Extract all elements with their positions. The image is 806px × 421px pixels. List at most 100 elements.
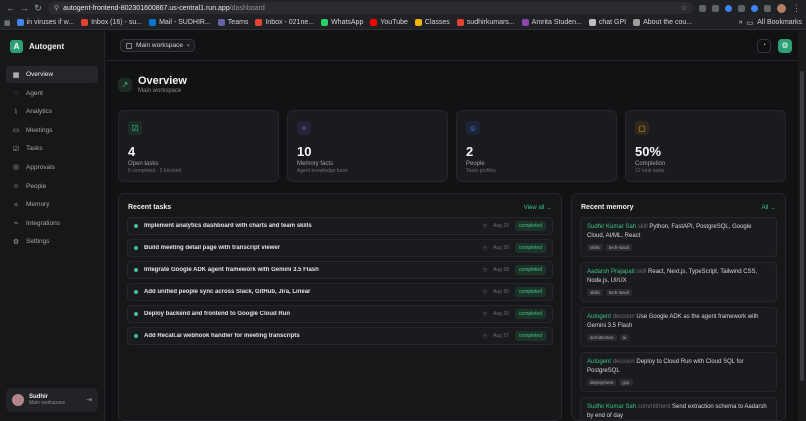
extension-icon[interactable] bbox=[699, 4, 706, 12]
page-scrollbar[interactable] bbox=[798, 31, 806, 421]
status-dot-icon bbox=[134, 290, 138, 294]
stat-card[interactable]: ☑ 4 Open tasks 6 completed · 2 blocked bbox=[118, 110, 279, 182]
back-icon[interactable]: ← bbox=[6, 3, 15, 13]
page-title: Overview bbox=[138, 75, 187, 87]
chat-icon: ◌ bbox=[13, 89, 19, 97]
bookmark-item[interactable]: Classes bbox=[414, 19, 450, 26]
memory-item[interactable]: Sudhir Kumar Sah commitment Send extract… bbox=[580, 397, 777, 420]
status-badge: completed bbox=[514, 331, 546, 341]
more-bookmarks-icon[interactable]: » bbox=[739, 19, 743, 26]
tag: tech-stack bbox=[605, 244, 633, 251]
reload-icon[interactable]: ↻ bbox=[34, 3, 42, 14]
menu-dots-icon[interactable]: ⋮ bbox=[792, 3, 801, 14]
sidebar-item-meetings[interactable]: ▭ Meetings bbox=[6, 122, 98, 139]
workspace-select[interactable]: Main workspace ▾ bbox=[120, 39, 196, 52]
view-all-tasks-link[interactable]: View all → bbox=[524, 205, 552, 211]
sidebar-item-approvals[interactable]: ◎ Approvals bbox=[6, 159, 98, 176]
sidebar-item-analytics[interactable]: ⌇ Analytics bbox=[6, 103, 98, 120]
memory-item[interactable]: Autogent decision Use Google ADK as the … bbox=[580, 307, 777, 347]
status-dot-icon bbox=[134, 334, 138, 338]
check-square-icon: ☑ bbox=[128, 121, 142, 135]
bookmark-favicon-icon bbox=[521, 19, 529, 26]
brand[interactable]: A Autogent bbox=[0, 31, 104, 62]
task-row[interactable]: Implement analytics dashboard with chart… bbox=[127, 217, 553, 235]
bookmarks-bar: ▦ in viruses if w... Inbox (16) - su... Ma… bbox=[0, 16, 806, 30]
memory-tags: skills tech-stack bbox=[587, 244, 770, 251]
stat-label: Open tasks bbox=[128, 161, 159, 167]
memory-item[interactable]: Aadarsh Prajapati skill React, Next.js, … bbox=[580, 262, 777, 302]
view-all-memory-link[interactable]: All → bbox=[762, 205, 776, 211]
stat-card[interactable]: ☺ 2 People Team profiles bbox=[456, 110, 617, 182]
task-row[interactable]: Deploy backend and frontend to Google Cl… bbox=[127, 305, 553, 323]
memory-author: Autogent bbox=[587, 314, 612, 320]
user-menu[interactable]: Sudhir Main workspace ⇥ bbox=[6, 388, 98, 412]
task-date: Aug 28 bbox=[493, 245, 509, 251]
all-bookmarks-link[interactable]: All Bookmarks bbox=[757, 19, 802, 26]
memory-tags: architecture ai bbox=[587, 334, 770, 341]
task-row[interactable]: Add unified people sync across Slack, Gi… bbox=[127, 283, 553, 301]
extension-icon[interactable] bbox=[725, 4, 732, 12]
trend-icon: ↗ bbox=[118, 77, 132, 92]
sidebar-item-integrations[interactable]: ⌁ Integrations bbox=[6, 215, 98, 232]
forward-icon[interactable]: → bbox=[20, 3, 29, 13]
memory-author: Sudhir Kumar Sah bbox=[587, 404, 637, 410]
task-date: Aug 30 bbox=[493, 289, 509, 295]
memory-author: Sudhir Kumar Sah bbox=[587, 224, 637, 230]
bookmark-item[interactable]: in viruses if w... bbox=[16, 19, 75, 26]
bookmark-favicon-icon bbox=[255, 19, 263, 26]
bookmark-label: Classes bbox=[424, 19, 450, 26]
avatar bbox=[12, 394, 24, 406]
apps-grid-icon[interactable]: ▦ bbox=[4, 19, 11, 27]
stat-card[interactable]: ▢ 50% Completion 12 total tasks bbox=[625, 110, 786, 182]
sidebar-item-tasks[interactable]: ☑ Tasks bbox=[6, 140, 98, 157]
stat-card[interactable]: ✧ 10 Memory facts Agent knowledge base bbox=[287, 110, 448, 182]
browser-toolbar: ← → ↻ ⚲ autogent-frontend-802301600867.u… bbox=[0, 0, 806, 16]
memory-tags: deployment gcp bbox=[587, 379, 770, 386]
stat-subtext: Team profiles bbox=[466, 168, 496, 174]
bookmark-item[interactable]: Teams bbox=[217, 19, 248, 26]
bookmark-item[interactable]: Inbox (16) - su... bbox=[81, 19, 142, 26]
sidebar-item-overview[interactable]: ▦ Overview bbox=[6, 66, 98, 83]
sidebar-item-settings[interactable]: ⚙ Settings bbox=[6, 233, 98, 250]
sidebar-item-agent[interactable]: ◌ Agent bbox=[6, 85, 98, 102]
memory-item[interactable]: Autogent decision Deploy to Cloud Run wi… bbox=[580, 352, 777, 392]
task-row[interactable]: Add Recall.ai webhook handler for meetin… bbox=[127, 327, 553, 345]
notifications-button[interactable]: ◔ bbox=[757, 38, 771, 53]
bookmark-item[interactable]: Inbox - 021ne... bbox=[255, 19, 314, 26]
calendar-icon: ▭ bbox=[12, 127, 20, 135]
sidebar-item-people[interactable]: ☺ People bbox=[6, 178, 98, 195]
memory-item[interactable]: Sudhir Kumar Sah skill Python, FastAPI, … bbox=[580, 217, 777, 257]
recent-memory-title: Recent memory bbox=[581, 204, 634, 211]
extension-icon[interactable] bbox=[738, 4, 745, 12]
bookmark-item[interactable]: sudhirkumars... bbox=[456, 19, 515, 26]
bookmark-label: in viruses if w... bbox=[26, 19, 75, 26]
task-title: Add Recall.ai webhook handler for meetin… bbox=[144, 333, 300, 339]
task-date: Aug 28 bbox=[493, 267, 509, 273]
bookmark-item[interactable]: Amrita Studen... bbox=[521, 19, 582, 26]
bookmark-favicon-icon bbox=[633, 19, 641, 26]
settings-button[interactable]: ⚙ bbox=[778, 38, 792, 53]
task-row[interactable]: Integrate Google ADK agent framework wit… bbox=[127, 261, 553, 279]
bookmark-favicon-icon bbox=[149, 19, 157, 26]
sidebar-item-label: Agent bbox=[26, 89, 43, 97]
scroll-thumb[interactable] bbox=[800, 71, 804, 381]
profile-avatar[interactable] bbox=[777, 3, 786, 13]
bookmark-label: About the cou... bbox=[643, 19, 693, 26]
puzzle-icon[interactable] bbox=[764, 4, 771, 12]
bookmark-item[interactable]: About the cou... bbox=[633, 19, 692, 26]
extension-icon[interactable] bbox=[751, 4, 758, 12]
site-info-icon[interactable]: ⚲ bbox=[54, 4, 59, 12]
tag: skills bbox=[587, 289, 603, 296]
task-row[interactable]: Build meeting detail page with transcrip… bbox=[127, 239, 553, 257]
logout-icon[interactable]: ⇥ bbox=[86, 396, 92, 404]
bookmark-item[interactable]: chat GPI bbox=[588, 19, 626, 26]
address-bar[interactable]: ⚲ autogent-frontend-802301600867.us-cent… bbox=[48, 2, 693, 14]
sidebar-item-memory[interactable]: ✧ Memory bbox=[6, 196, 98, 213]
bookmark-item[interactable]: YouTube bbox=[370, 19, 408, 26]
status-badge: completed bbox=[514, 265, 546, 275]
bookmark-item[interactable]: WhatsApp bbox=[321, 19, 363, 26]
tag: skills bbox=[587, 244, 603, 251]
bookmark-item[interactable]: Mail - SUDHIR... bbox=[149, 19, 211, 26]
star-icon[interactable]: ☆ bbox=[681, 4, 687, 12]
extension-icon[interactable] bbox=[712, 4, 719, 12]
